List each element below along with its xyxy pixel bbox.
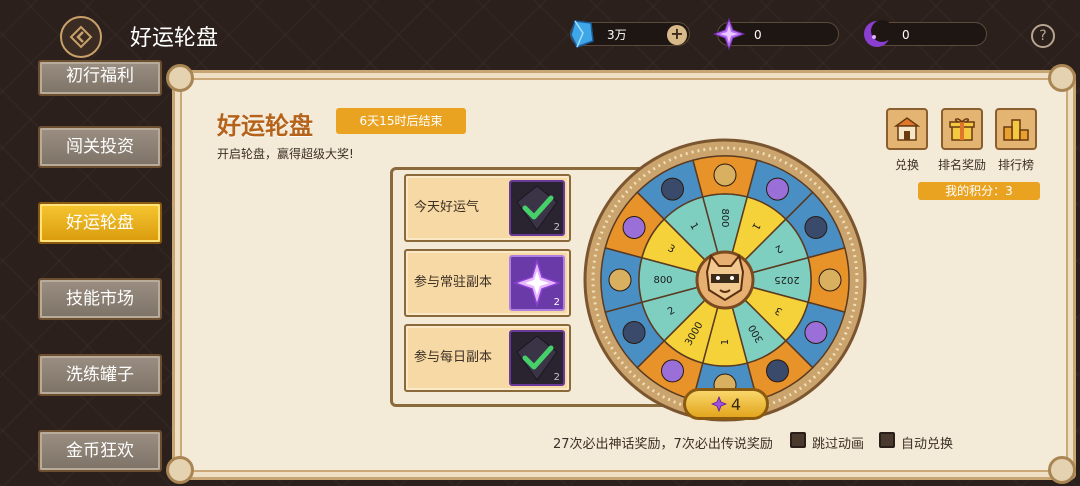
wheel-segment-label: 2025 — [774, 274, 799, 285]
task-reward-slot[interactable]: 2 — [509, 255, 565, 311]
wheel-reward-icon — [766, 359, 789, 383]
task-count: 2 — [553, 222, 560, 233]
task-count: 2 — [553, 372, 560, 383]
task-label: 今天好运气 — [414, 200, 480, 215]
sidebar-item-label: 洗练罐子 — [66, 365, 134, 385]
exchange-label: 兑换 — [894, 158, 919, 172]
task-item[interactable]: 参与每日副本 2 — [404, 324, 571, 392]
guarantee-text: 27次必出神话奖励，7次必出传说奖励 — [553, 437, 773, 452]
resource-moon: 0 — [864, 20, 987, 47]
wheel-reward-icon — [818, 268, 842, 292]
resource-crystal: 3万 + — [570, 20, 690, 48]
resource-crystal-value: 3万 — [607, 28, 627, 42]
my-score-badge: 我的积分：3 — [918, 182, 1040, 200]
task-label: 参与常驻副本 — [414, 275, 493, 290]
purple-star-icon — [712, 17, 746, 51]
wheel-reward-icon — [766, 177, 789, 201]
skip-animation-checkbox[interactable] — [790, 432, 806, 448]
sidebar-item-label: 闯关投资 — [66, 137, 134, 157]
shop-icon — [893, 117, 921, 141]
lucky-wheel[interactable]: 800 122025330013000280031 — [583, 138, 867, 422]
panel-corner-ornament — [166, 456, 194, 484]
exchange-button[interactable] — [886, 108, 928, 150]
help-button[interactable]: ? — [1031, 24, 1055, 48]
task-reward-slot[interactable]: 2 — [509, 180, 565, 236]
blue-crystal-icon — [570, 20, 594, 48]
wheel-reward-icon — [804, 321, 828, 344]
panel-corner-ornament — [1048, 64, 1076, 92]
event-timer-badge: 6天15时后结束 — [336, 108, 466, 134]
crescent-moon-icon — [864, 20, 893, 47]
sidebar-item-label: 好运轮盘 — [66, 213, 134, 233]
wheel-reward-icon — [622, 216, 646, 239]
leaderboard-button[interactable] — [995, 108, 1037, 150]
sidebar-item-refine-jar[interactable]: 洗练罐子 — [38, 354, 162, 396]
wheel-reward-icon — [622, 321, 646, 344]
wheel-segment-label: 1 — [720, 339, 731, 345]
panel-corner-ornament — [1048, 456, 1076, 484]
sidebar-item-label: 技能市场 — [66, 289, 134, 309]
page-title: 好运轮盘 — [130, 26, 219, 51]
task-item[interactable]: 参与常驻副本 2 — [404, 249, 571, 317]
resource-moon-value: 0 — [902, 28, 910, 42]
sidebar-item-lucky-wheel[interactable]: 好运轮盘 — [38, 202, 162, 244]
sidebar-item-skill-market[interactable]: 技能市场 — [38, 278, 162, 320]
back-button[interactable] — [60, 16, 102, 58]
sidebar-item-gold-carnival[interactable]: 金币狂欢 — [38, 430, 162, 472]
spin-button[interactable]: 4 — [683, 388, 769, 420]
wheel-reward-icon — [661, 177, 684, 201]
panel-corner-ornament — [166, 64, 194, 92]
spin-cost: 4 — [730, 394, 742, 414]
rank-reward-label: 排名奖励 — [937, 158, 986, 172]
task-item[interactable]: 今天好运气 2 — [404, 174, 571, 242]
resource-star: 0 — [712, 17, 839, 51]
auto-exchange-checkbox[interactable] — [879, 432, 895, 448]
wheel-reward-icon — [804, 216, 828, 239]
wheel-reward-icon — [661, 359, 684, 383]
top-bar: 好运轮盘 3万 + 0 0 ? — [0, 0, 1080, 68]
leaderboard-label: 排行榜 — [997, 158, 1034, 172]
add-crystal-button[interactable]: + — [667, 25, 687, 45]
back-arrow-icon — [69, 25, 93, 49]
sidebar-item-label: 初行福利 — [66, 66, 134, 86]
gift-icon — [949, 118, 975, 141]
sidebar-item-label: 金币狂欢 — [66, 441, 134, 461]
purple-star-icon — [710, 396, 727, 412]
wheel-reward-icon — [608, 268, 632, 292]
rank-reward-button[interactable] — [941, 108, 983, 150]
sidebar-item-stage-investment[interactable]: 闯关投资 — [38, 126, 162, 168]
wheel-reward-icon — [713, 163, 737, 187]
skip-animation-label: 跳过动画 — [812, 437, 865, 452]
wheel-segment-label: 800 — [653, 275, 672, 286]
task-reward-slot[interactable]: 2 — [509, 330, 565, 386]
resource-star-value: 0 — [754, 28, 762, 42]
event-title: 好运轮盘 — [217, 112, 313, 140]
task-label: 参与每日副本 — [414, 350, 493, 365]
wheel-segment-label: 800 — [719, 208, 730, 227]
sidebar-item-beginner-welfare[interactable]: 初行福利 — [38, 60, 162, 96]
task-count: 2 — [553, 297, 560, 308]
podium-icon — [1003, 119, 1029, 141]
event-description: 开启轮盘，赢得超级大奖! — [217, 147, 354, 161]
auto-exchange-label: 自动兑换 — [901, 437, 954, 452]
